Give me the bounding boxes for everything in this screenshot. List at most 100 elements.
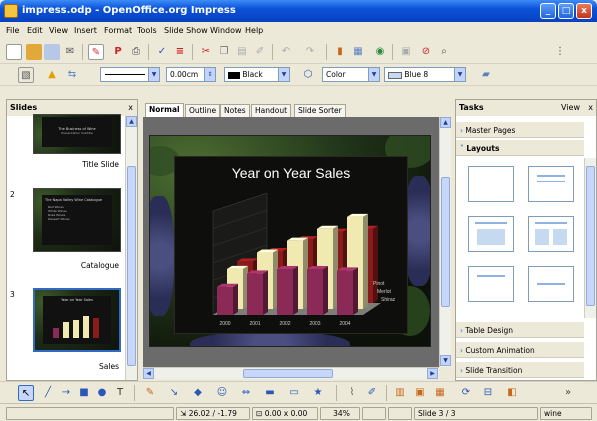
cut-icon[interactable]: ✂ xyxy=(198,44,214,60)
section-custom-animation[interactable]: › Custom Animation xyxy=(456,342,584,358)
edit-file-icon[interactable]: ✎ xyxy=(88,44,104,60)
scroll-thumb[interactable] xyxy=(127,166,136,366)
scroll-down-icon[interactable]: ▼ xyxy=(440,355,451,366)
scroll-up-icon[interactable]: ▲ xyxy=(126,116,137,127)
table-icon[interactable]: ▦ xyxy=(350,44,366,60)
section-master-pages[interactable]: › Master Pages xyxy=(456,122,584,138)
slide-editing-area[interactable]: Year on Year Sales 2000 2001 2002 2003 2004 P… xyxy=(143,117,451,367)
tab-notes[interactable]: Notes xyxy=(220,104,250,117)
slide-thumbnail-1[interactable]: The Business of Wine Presentation Subtit… xyxy=(33,114,121,154)
layout-title-line[interactable] xyxy=(468,266,514,302)
close-icon[interactable]: x xyxy=(128,103,133,112)
scroll-right-icon[interactable]: ▶ xyxy=(427,368,438,379)
area-icon[interactable]: ⬡ xyxy=(300,67,316,83)
scroll-up-icon[interactable]: ▲ xyxy=(440,117,451,128)
callouts-icon[interactable]: ▭ xyxy=(286,385,302,401)
line-tool-icon[interactable]: ╱ xyxy=(40,385,56,401)
scroll-left-icon[interactable]: ◀ xyxy=(143,368,154,379)
slide-title[interactable]: Year on Year Sales xyxy=(175,165,407,181)
layout-title-two-content[interactable] xyxy=(528,216,574,252)
title-bar[interactable]: impress.odp - OpenOffice.org Impress _ □… xyxy=(0,0,597,22)
layout-title-only[interactable] xyxy=(528,166,574,202)
slides-panel-scrollbar[interactable]: ▲ xyxy=(125,116,137,380)
select-arrow-icon[interactable]: ↖ xyxy=(18,385,34,401)
close-icon[interactable]: x xyxy=(588,103,593,112)
close-button[interactable]: x xyxy=(576,3,592,19)
styles-icon[interactable]: ▧ xyxy=(18,67,34,83)
line-width-spinner[interactable]: 0.00cm ⇕ xyxy=(166,67,216,82)
chart-icon[interactable]: ▮ xyxy=(332,44,348,60)
menu-file[interactable]: File xyxy=(6,26,19,35)
print-icon[interactable]: ⎙ xyxy=(128,44,144,60)
tab-slide-sorter[interactable]: Slide Sorter xyxy=(294,104,346,117)
redo-icon[interactable]: ↷ xyxy=(302,44,318,60)
maximize-button[interactable]: □ xyxy=(558,3,574,19)
zoom-icon[interactable]: ⌕ xyxy=(436,44,452,60)
text-tool-icon[interactable]: T xyxy=(112,385,128,401)
sales-chart[interactable]: 2000 2001 2002 2003 2004 Pinot Merlot Shiraz xyxy=(175,193,409,333)
hyperlink-icon[interactable]: ⊘ xyxy=(418,44,434,60)
glue-points-icon[interactable]: ✐ xyxy=(364,385,380,401)
autospellcheck-icon[interactable]: ≡ xyxy=(172,44,188,60)
scroll-thumb[interactable] xyxy=(586,166,595,306)
status-zoom[interactable]: 34% xyxy=(320,407,360,420)
tab-handout[interactable]: Handout xyxy=(251,104,292,117)
navigator-icon[interactable]: ◉ xyxy=(372,44,388,60)
toolbar-options-icon[interactable]: » xyxy=(560,385,576,401)
slide-horizontal-scrollbar[interactable]: ◀ ▶ xyxy=(143,367,439,379)
slide-vertical-scrollbar[interactable]: ▲ ▼ xyxy=(439,117,451,367)
section-layouts[interactable]: ˅ Layouts xyxy=(456,140,584,156)
area-style-select[interactable]: Color ▼ xyxy=(322,67,380,82)
copy-icon[interactable]: ❐ xyxy=(216,44,232,60)
ellipse-tool-icon[interactable]: ● xyxy=(94,385,110,401)
line-color-select[interactable]: Black ▼ xyxy=(224,67,290,82)
line-icon[interactable]: ▲ xyxy=(44,67,60,83)
spellcheck-icon[interactable]: ✓ xyxy=(154,44,170,60)
export-pdf-icon[interactable]: P xyxy=(110,44,126,60)
scroll-thumb[interactable] xyxy=(243,369,333,378)
tasks-view-menu[interactable]: View xyxy=(561,103,580,112)
flowchart-icon[interactable]: ▬ xyxy=(262,385,278,401)
points-icon[interactable]: ⌇ xyxy=(344,385,360,401)
minimize-button[interactable]: _ xyxy=(540,3,556,19)
save-icon[interactable] xyxy=(44,44,60,60)
fontwork-icon[interactable]: ▥ xyxy=(392,385,408,401)
curve-tool-icon[interactable]: ✎ xyxy=(142,385,158,401)
area-color-select[interactable]: Blue 8 ▼ xyxy=(384,67,466,82)
impress-app-icon[interactable] xyxy=(4,4,18,18)
menu-window[interactable]: Window xyxy=(210,26,242,35)
layout-title-content[interactable] xyxy=(468,216,514,252)
toolbar-options-icon[interactable]: ⋮ xyxy=(552,44,568,60)
arrow-style-icon[interactable]: ⇆ xyxy=(64,67,80,83)
connector-tool-icon[interactable]: ↘ xyxy=(166,385,182,401)
layouts-scrollbar[interactable] xyxy=(584,158,596,318)
tab-outline[interactable]: Outline xyxy=(185,104,221,117)
tab-normal[interactable]: Normal xyxy=(145,103,184,117)
rectangle-tool-icon[interactable]: ■ xyxy=(76,385,92,401)
block-arrows-icon[interactable]: ⇔ xyxy=(238,385,254,401)
current-slide[interactable]: Year on Year Sales 2000 2001 2002 2003 2004 P… xyxy=(149,135,431,347)
alignment-icon[interactable]: ⊟ xyxy=(480,385,496,401)
undo-icon[interactable]: ↶ xyxy=(278,44,294,60)
rotate-icon[interactable]: ⟳ xyxy=(458,385,474,401)
section-slide-transition[interactable]: › Slide Transition xyxy=(456,362,584,378)
menu-insert[interactable]: Insert xyxy=(74,26,97,35)
clone-formatting-icon[interactable]: ✐ xyxy=(252,44,268,60)
email-icon[interactable]: ✉ xyxy=(62,44,78,60)
arrow-tool-icon[interactable]: → xyxy=(58,385,74,401)
new-document-icon[interactable] xyxy=(6,44,22,60)
from-file-icon[interactable]: ▣ xyxy=(412,385,428,401)
gallery-icon[interactable]: ▣ xyxy=(398,44,414,60)
menu-view[interactable]: View xyxy=(49,26,68,35)
gallery-tool-icon[interactable]: ▦ xyxy=(432,385,448,401)
stars-icon[interactable]: ★ xyxy=(310,385,326,401)
menu-help[interactable]: Help xyxy=(245,26,263,35)
layout-centered-text[interactable] xyxy=(528,266,574,302)
symbol-shapes-icon[interactable]: ☺ xyxy=(214,385,230,401)
slide-thumbnail-3[interactable]: Year on Year Sales xyxy=(33,288,121,352)
menu-edit[interactable]: Edit xyxy=(27,26,43,35)
section-table-design[interactable]: › Table Design xyxy=(456,322,584,338)
line-style-select[interactable]: ▼ xyxy=(100,67,160,82)
layout-blank[interactable] xyxy=(468,166,514,202)
paste-icon[interactable]: ▤ xyxy=(234,44,250,60)
